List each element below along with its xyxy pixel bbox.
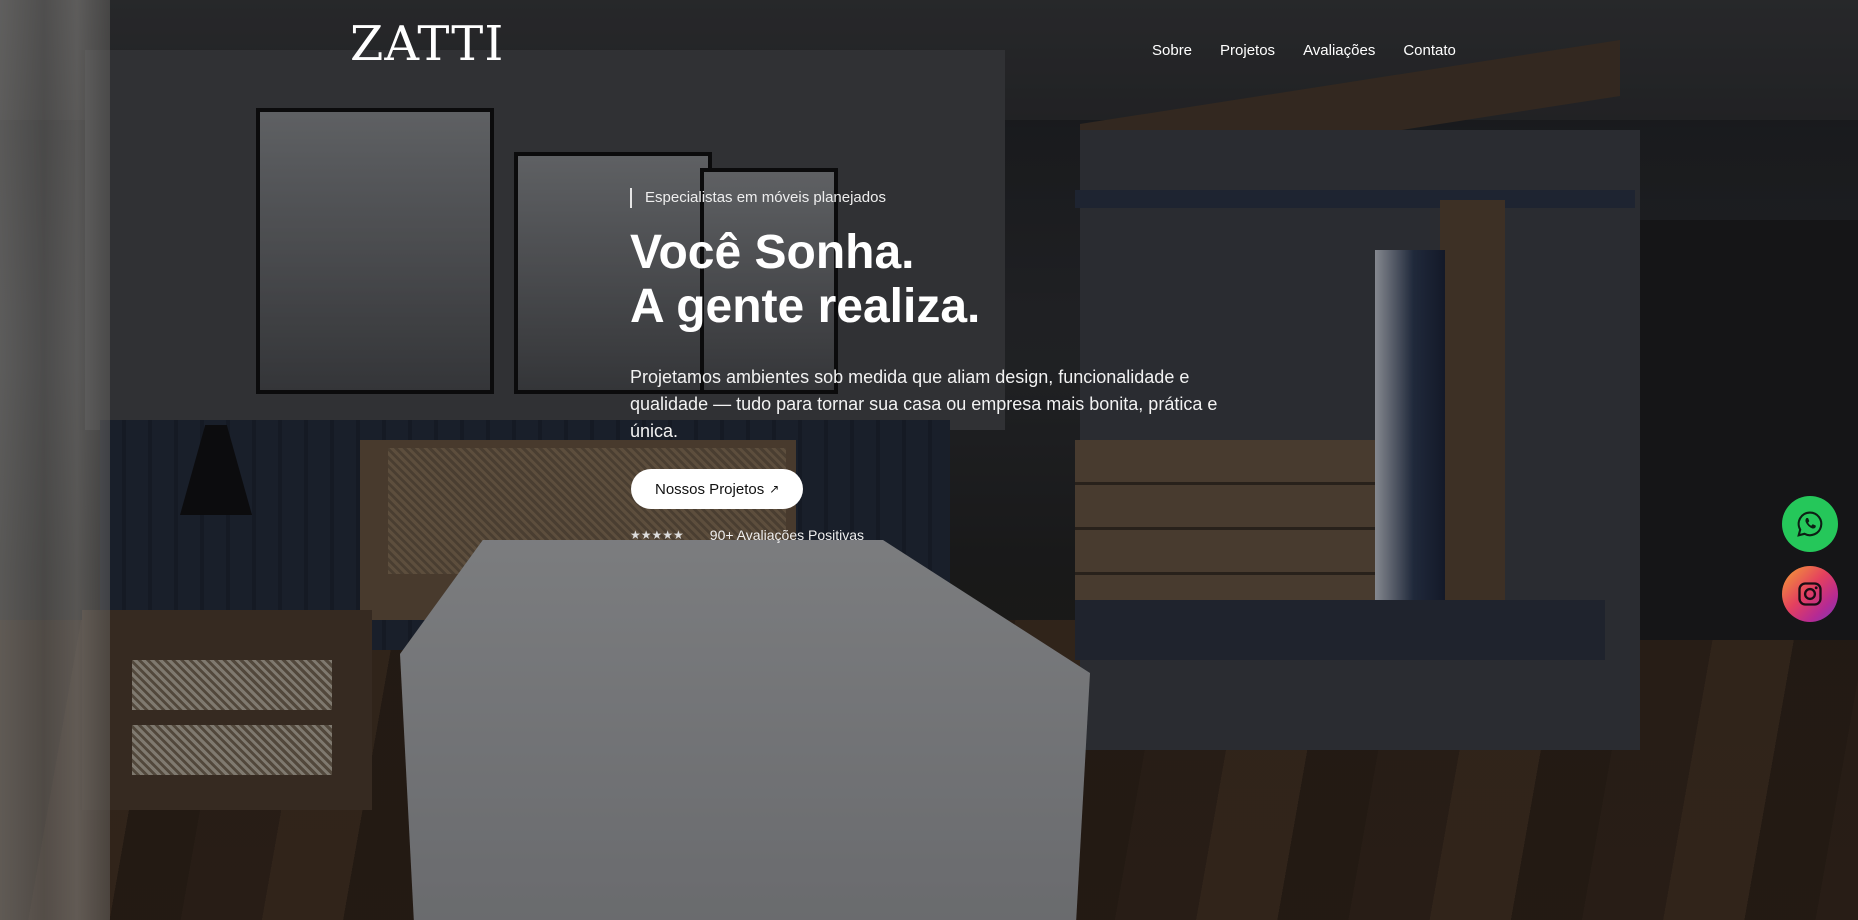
instagram-button[interactable] (1782, 566, 1838, 622)
rating-summary: ★★★★★ 90+ Avaliações Positivas (630, 527, 864, 543)
hero-headline-line1: Você Sonha. (630, 226, 915, 279)
whatsapp-icon (1797, 511, 1823, 537)
brand-logo[interactable]: ZATTI (350, 20, 504, 68)
cta-label: Nossos Projetos (655, 480, 765, 498)
rating-text: 90+ Avaliações Positivas (709, 527, 865, 543)
main-nav: Sobre Projetos Avaliações Contato (1152, 42, 1456, 59)
hero-dark-overlay (0, 0, 1858, 920)
whatsapp-button[interactable] (1782, 496, 1838, 552)
five-stars-icon: ★★★★★ (630, 528, 684, 542)
hero-eyebrow: Especialistas em móveis planejados (630, 188, 886, 208)
nav-link-avaliacoes[interactable]: Avaliações (1303, 42, 1375, 59)
hero-headline: Você Sonha. A gente realiza. (630, 226, 980, 334)
nossos-projetos-button[interactable]: Nossos Projetos ↗ (631, 469, 804, 509)
hero-description: Projetamos ambientes sob medida que alia… (630, 367, 1218, 441)
nav-link-contato[interactable]: Contato (1403, 42, 1456, 59)
nav-link-projetos[interactable]: Projetos (1220, 42, 1275, 59)
nav-link-sobre[interactable]: Sobre (1152, 42, 1192, 59)
instagram-icon (1798, 582, 1822, 606)
hero-section: ZATTI Sobre Projetos Avaliações Contato … (0, 0, 1858, 920)
hero-headline-line2: A gente realiza. (630, 280, 981, 333)
arrow-up-right-icon: ↗ (769, 482, 780, 496)
